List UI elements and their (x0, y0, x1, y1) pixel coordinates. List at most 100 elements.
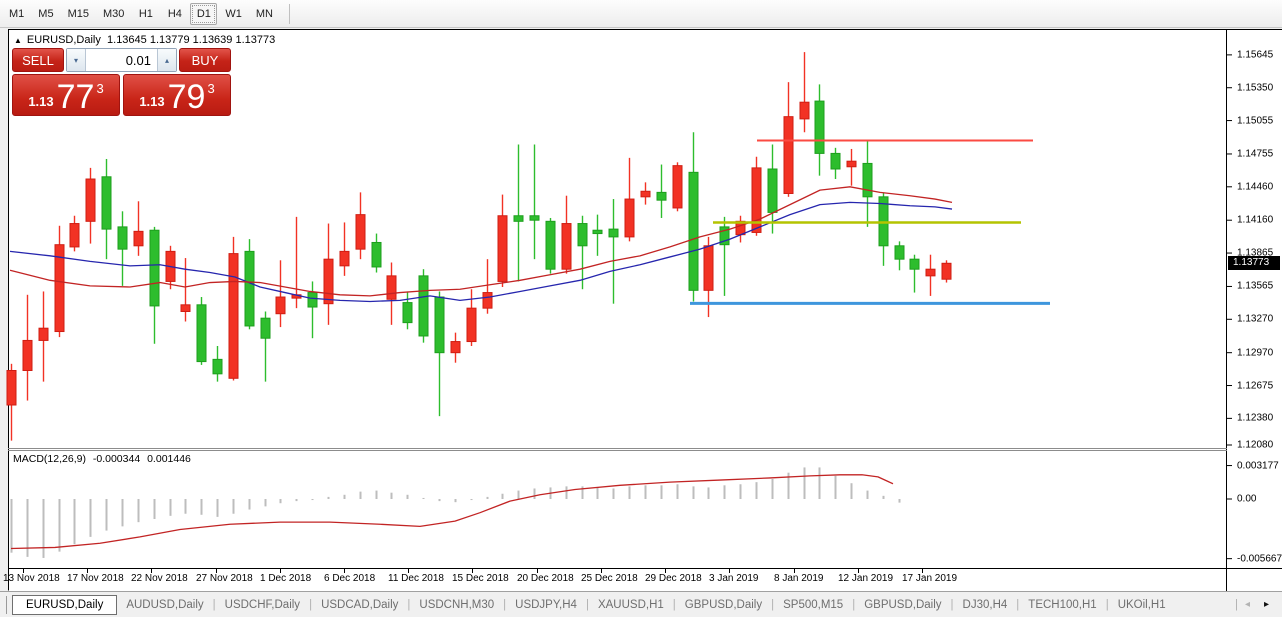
timeframe-button-d1[interactable]: D1 (190, 3, 217, 25)
buy-price-fraction: 3 (207, 81, 214, 96)
date-axis-label: 3 Jan 2019 (709, 573, 759, 584)
candle-body (910, 259, 919, 269)
price-axis-label: 1.14160 (1237, 215, 1273, 226)
chevron-up-icon: ▴ (165, 56, 169, 65)
chart-tab-sp500-8[interactable]: SP500,M15 (774, 596, 852, 614)
timeframe-button-w1[interactable]: W1 (219, 3, 248, 25)
date-axis-label: 8 Jan 2019 (774, 573, 824, 584)
chart-title: ▲EURUSD,Daily 1.13645 1.13779 1.13639 1.… (14, 34, 275, 46)
candle-body (593, 230, 602, 233)
chart-tab-bar: EURUSD,DailyAUDUSD,Daily|USDCHF,Daily|US… (0, 591, 1282, 617)
chart-tab-usdchf-2[interactable]: USDCHF,Daily (216, 596, 309, 614)
sell-price-base: 1.13 (28, 94, 53, 109)
chart-window[interactable]: ▲EURUSD,Daily 1.13645 1.13779 1.13639 1.… (0, 28, 1282, 591)
candle-body (673, 166, 682, 208)
chart-tab-usdcad-3[interactable]: USDCAD,Daily (312, 596, 407, 614)
volume-down-button[interactable]: ▾ (67, 49, 86, 71)
current-price-badge: 1.13773 (1228, 256, 1280, 270)
timeframe-button-mn[interactable]: MN (250, 3, 279, 25)
volume-up-button[interactable]: ▴ (157, 49, 176, 71)
volume-stepper: ▾ ▴ (66, 48, 177, 72)
candle-body (546, 221, 555, 269)
chevron-down-icon: ▾ (74, 56, 78, 65)
candle-body (562, 224, 571, 270)
candle-body (197, 305, 206, 362)
candle-body (435, 297, 444, 353)
candle-body (514, 216, 523, 222)
candle-body (689, 172, 698, 290)
price-axis-label: 1.12380 (1237, 413, 1273, 424)
timeframe-button-m5[interactable]: M5 (32, 3, 59, 25)
candle-body (102, 177, 111, 229)
price-axis-label: 1.15055 (1237, 115, 1273, 126)
chart-tab-usdcnh-4[interactable]: USDCNH,M30 (410, 596, 503, 614)
buy-price-pips: 79 (168, 82, 206, 112)
timeframe-button-h1[interactable]: H1 (132, 3, 159, 25)
candle-body (530, 216, 539, 220)
chart-tab-usdjpy-5[interactable]: USDJPY,H4 (506, 596, 586, 614)
candle-body (926, 269, 935, 276)
date-axis-label: 17 Jan 2019 (902, 573, 957, 584)
chart-tab-audusd-1[interactable]: AUDUSD,Daily (117, 596, 212, 614)
candle-body (229, 254, 238, 379)
buy-button[interactable]: BUY (179, 48, 231, 72)
candle-body (387, 276, 396, 299)
sell-price-panel[interactable]: 1.13 77 3 (12, 74, 120, 116)
chart-tab-gbpusd-7[interactable]: GBPUSD,Daily (676, 596, 771, 614)
candle-body (467, 308, 476, 341)
chart-tab-ukoil-12[interactable]: UKOil,H1 (1109, 596, 1175, 614)
chart-tab-gbpusd-9[interactable]: GBPUSD,Daily (855, 596, 950, 614)
candle-body (23, 340, 32, 370)
candle-body (134, 231, 143, 245)
date-axis-label: 29 Dec 2018 (645, 573, 702, 584)
candle-body (657, 192, 666, 200)
candle-body (609, 229, 618, 237)
price-axis-label: 1.12080 (1237, 440, 1273, 451)
volume-input[interactable] (86, 49, 157, 71)
date-axis-label: 6 Dec 2018 (324, 573, 375, 584)
sell-button[interactable]: SELL (12, 48, 64, 72)
timeframe-button-m30[interactable]: M30 (97, 3, 130, 25)
tab-scroll-left-icon[interactable]: ◂ (1238, 597, 1257, 612)
price-axis-label: 1.14460 (1237, 181, 1273, 192)
date-axis-label: 12 Jan 2019 (838, 573, 893, 584)
candle-body (847, 161, 856, 167)
candle-body (150, 230, 159, 306)
chart-tab-tech100-11[interactable]: TECH100,H1 (1019, 596, 1105, 614)
candle-body (483, 293, 492, 309)
timeframe-button-m15[interactable]: M15 (62, 3, 95, 25)
candle-body (942, 263, 951, 279)
candle-body (261, 318, 270, 338)
axis-strip-background (1227, 30, 1282, 569)
tab-scroll-right-icon[interactable]: ▸ (1257, 597, 1276, 612)
candle-body (245, 251, 254, 326)
price-axis-label: 1.15350 (1237, 82, 1273, 93)
candle-body (213, 359, 222, 373)
chart-tab-eurusd-0[interactable]: EURUSD,Daily (12, 595, 117, 615)
macd-axis-label: -0.005667 (1237, 553, 1282, 564)
candle-body (800, 102, 809, 119)
candle-body (39, 328, 48, 340)
date-axis-label: 27 Nov 2018 (196, 573, 253, 584)
date-axis-label: 17 Nov 2018 (67, 573, 124, 584)
candle-body (578, 224, 587, 246)
collapse-triangle-icon[interactable]: ▲ (14, 36, 22, 45)
timeframe-button-m1[interactable]: M1 (3, 3, 30, 25)
candle-body (372, 242, 381, 266)
date-axis-label: 13 Nov 2018 (3, 573, 60, 584)
candle-body (419, 276, 428, 336)
date-axis-label: 22 Nov 2018 (131, 573, 188, 584)
timeframe-toolbar: M1M5M15M30H1H4D1W1MN (0, 0, 1282, 28)
candle-body (641, 191, 650, 197)
buy-price-panel[interactable]: 1.13 79 3 (123, 74, 231, 116)
macd-indicator-label: MACD(12,26,9) -0.000344 0.001446 (13, 453, 195, 465)
price-axis-label: 1.12970 (1237, 347, 1273, 358)
chart-tab-xauusd-6[interactable]: XAUUSD,H1 (589, 596, 673, 614)
chart-ohlc: 1.13645 1.13779 1.13639 1.13773 (107, 34, 275, 46)
date-axis-label: 25 Dec 2018 (581, 573, 638, 584)
timeframe-button-h4[interactable]: H4 (161, 3, 188, 25)
mt4-window: M1M5M15M30H1H4D1W1MN ▲EURUSD,Daily 1.136… (0, 0, 1282, 617)
sell-price-fraction: 3 (96, 81, 103, 96)
candle-body (118, 227, 127, 249)
chart-tab-dj30-10[interactable]: DJ30,H4 (954, 596, 1017, 614)
